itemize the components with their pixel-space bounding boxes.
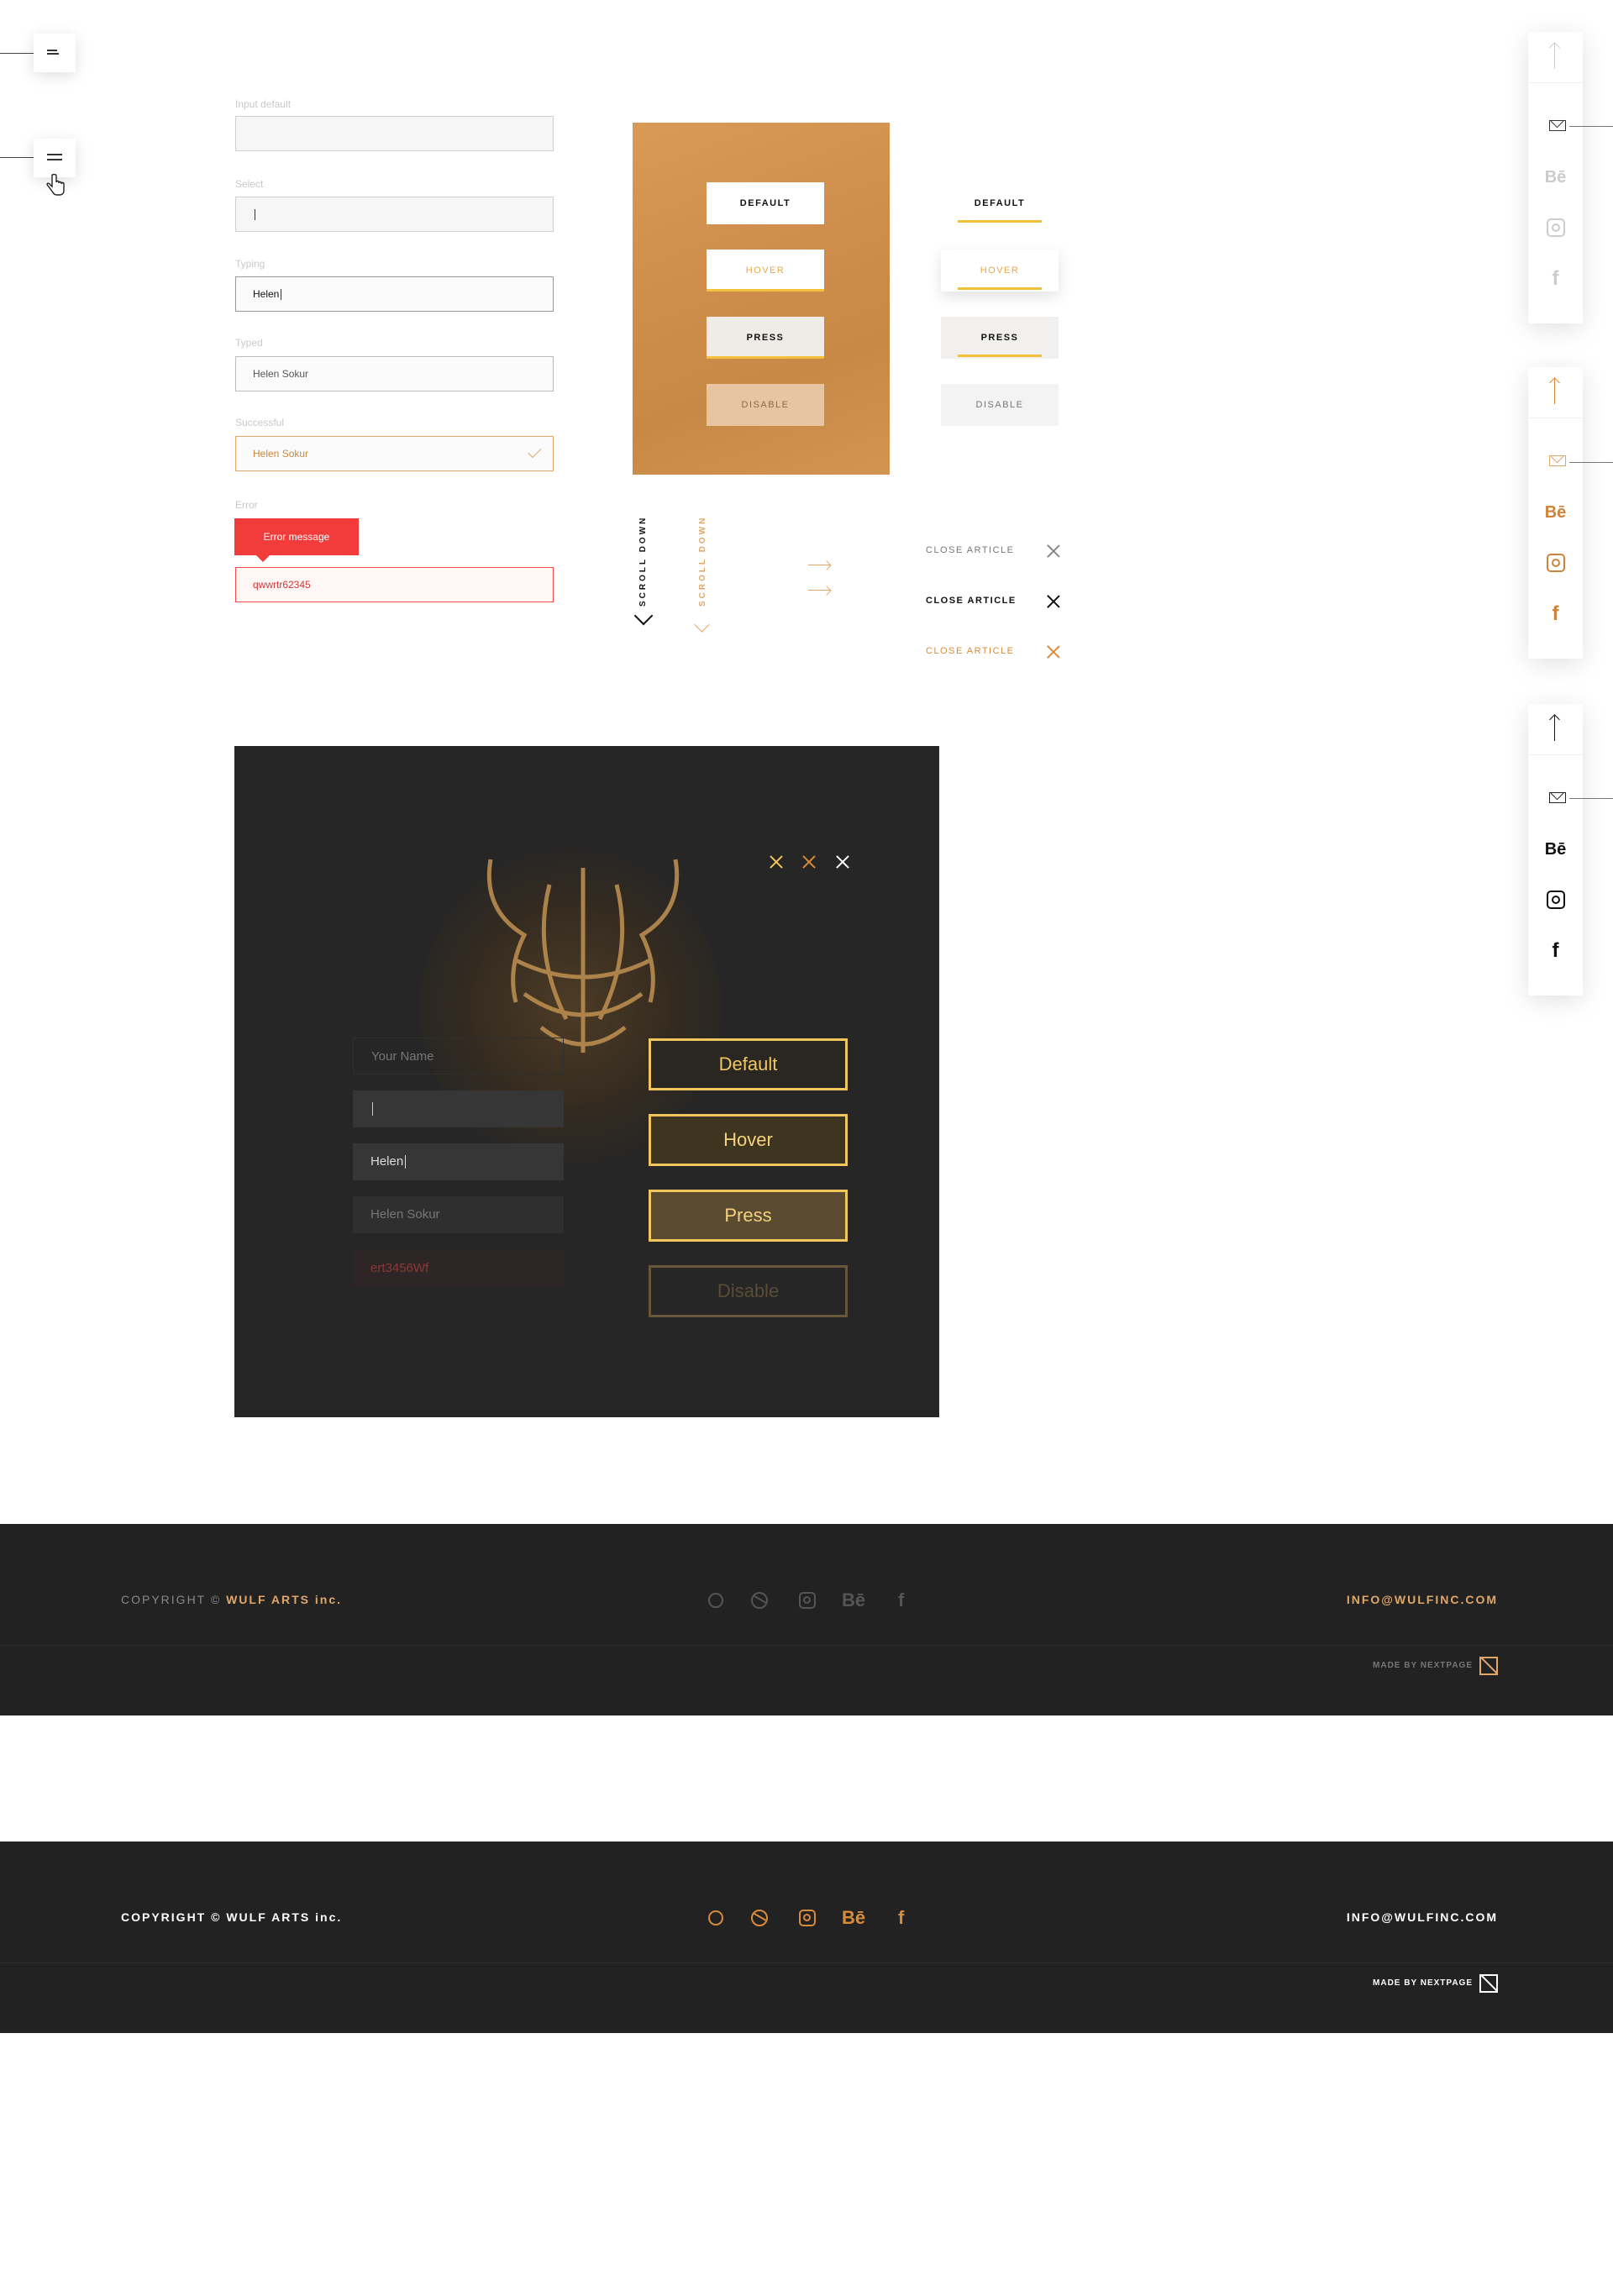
arrow-up-icon[interactable] — [1554, 44, 1555, 69]
kraft-disable-button: DISABLE — [707, 384, 824, 426]
facebook-icon[interactable]: f — [1528, 939, 1583, 963]
facebook-icon[interactable]: f — [898, 1589, 904, 1611]
dark-typed-input[interactable]: Helen Sokur — [353, 1196, 564, 1233]
text-caret — [372, 1102, 373, 1116]
close-article-active[interactable]: CLOSE ARTICLE — [926, 646, 1015, 656]
dark-typing-input[interactable]: Helen — [353, 1143, 564, 1180]
error-label: Error — [235, 499, 258, 511]
dark-hover-button[interactable]: Hover — [649, 1114, 848, 1166]
facebook-icon[interactable]: f — [1528, 602, 1583, 626]
select-label: Select — [235, 178, 264, 190]
share-connector-line — [1569, 462, 1613, 463]
menu-connector-line — [0, 157, 34, 158]
dark-select-input[interactable] — [353, 1090, 564, 1127]
instagram-icon[interactable] — [1547, 891, 1565, 909]
pinterest-icon[interactable] — [708, 1910, 723, 1926]
footer-divider — [0, 1962, 1613, 1963]
kraft-press-button[interactable]: PRESS — [707, 317, 824, 359]
disable-button: DISABLE — [941, 384, 1059, 426]
mail-icon[interactable] — [1549, 120, 1566, 131]
press-button[interactable]: PRESS — [941, 317, 1059, 359]
kraft-hover-button[interactable]: HOVER — [707, 250, 824, 292]
close-icon[interactable] — [1047, 645, 1060, 659]
behance-icon[interactable]: Bē — [1528, 503, 1583, 523]
chevron-down-icon[interactable] — [694, 617, 710, 633]
pinterest-icon[interactable] — [708, 1593, 723, 1608]
close-icon[interactable] — [836, 855, 849, 869]
input-default-label: Input default — [235, 98, 292, 110]
input-default-field[interactable] — [235, 116, 554, 151]
select-field[interactable] — [235, 197, 554, 232]
typed-label: Typed — [235, 337, 263, 349]
mail-icon[interactable] — [1549, 455, 1566, 466]
arrow-right-icon[interactable] — [808, 590, 830, 591]
menu-connector-line — [0, 53, 34, 54]
behance-icon[interactable]: Bē — [1528, 168, 1583, 187]
scroll-down-label[interactable]: SCROLL DOWN — [638, 516, 648, 607]
typing-label: Typing — [235, 258, 265, 270]
share-bar-hover: Bē f — [1528, 367, 1583, 659]
dribbble-icon[interactable] — [751, 1592, 768, 1609]
footer-copyright: COPYRIGHT © WULF ARTS inc. — [121, 1910, 343, 1924]
close-article-default[interactable]: CLOSE ARTICLE — [926, 545, 1015, 555]
facebook-icon[interactable]: f — [898, 1907, 904, 1929]
close-icon[interactable] — [802, 855, 816, 869]
behance-icon[interactable]: Bē — [842, 1907, 865, 1929]
dark-press-button[interactable]: Press — [649, 1190, 848, 1242]
dark-form-panel: Your Name Helen Helen Sokur ert3456Wf De… — [234, 746, 939, 1417]
kraft-default-button[interactable]: DEFAULT — [707, 182, 824, 224]
behance-icon[interactable]: Bē — [842, 1589, 865, 1611]
scroll-down-label-hover[interactable]: SCROLL DOWN — [698, 516, 707, 607]
default-button[interactable]: DEFAULT — [941, 182, 1059, 224]
chevron-down-icon[interactable] — [633, 606, 654, 626]
dark-name-input[interactable]: Your Name — [353, 1038, 564, 1074]
kraft-background-panel: DEFAULT HOVER PRESS DISABLE — [633, 123, 890, 475]
share-connector-line — [1569, 126, 1613, 127]
nextpage-logo-icon[interactable] — [1479, 1974, 1498, 1993]
footer-hover: COPYRIGHT © WULF ARTS inc. Bē f INFO@WUL… — [0, 1842, 1613, 2033]
instagram-icon[interactable] — [1547, 554, 1565, 572]
facebook-icon[interactable]: f — [1528, 267, 1583, 291]
share-connector-line — [1569, 798, 1613, 799]
footer-default: COPYRIGHT © WULF ARTS inc. Bē f INFO@WUL… — [0, 1524, 1613, 1715]
error-tooltip: Error message — [234, 518, 359, 562]
footer-copyright: COPYRIGHT © WULF ARTS inc. — [121, 1593, 342, 1606]
footer-made-by[interactable]: MADE BY NEXTPAGE — [1373, 1661, 1473, 1670]
close-article-hover[interactable]: CLOSE ARTICLE — [926, 596, 1017, 606]
menu-button-collapsed[interactable] — [34, 34, 76, 72]
error-field[interactable]: qwwrtr62345 — [235, 567, 554, 602]
close-icon[interactable] — [770, 855, 783, 869]
arrow-up-icon[interactable] — [1554, 716, 1555, 741]
share-bar-default: Bē f — [1528, 32, 1583, 323]
instagram-icon[interactable] — [799, 1592, 816, 1609]
dark-error-input[interactable]: ert3456Wf — [353, 1250, 564, 1287]
nextpage-logo-icon[interactable] — [1479, 1657, 1498, 1675]
instagram-icon[interactable] — [1547, 218, 1565, 237]
successful-label: Successful — [235, 417, 285, 428]
typing-field[interactable]: Helen — [235, 276, 554, 312]
arrow-up-icon[interactable] — [1554, 379, 1555, 404]
behance-icon[interactable]: Bē — [1528, 840, 1583, 859]
footer-divider — [0, 1645, 1613, 1646]
typed-field[interactable]: Helen Sokur — [235, 356, 554, 391]
dark-disable-button: Disable — [649, 1265, 848, 1317]
share-bar-active: Bē f — [1528, 704, 1583, 996]
footer-email[interactable]: INFO@WULFINC.COM — [1347, 1910, 1498, 1924]
dark-default-button[interactable]: Default — [649, 1038, 848, 1090]
hand-cursor-icon — [46, 174, 65, 196]
text-caret — [405, 1155, 407, 1169]
close-icon[interactable] — [1047, 544, 1060, 558]
check-icon — [528, 444, 542, 459]
footer-email[interactable]: INFO@WULFINC.COM — [1347, 1593, 1498, 1606]
mail-icon[interactable] — [1549, 792, 1566, 803]
dribbble-icon[interactable] — [751, 1910, 768, 1926]
successful-field[interactable]: Helen Sokur — [235, 436, 554, 471]
hover-button[interactable]: HOVER — [941, 250, 1059, 292]
instagram-icon[interactable] — [799, 1910, 816, 1926]
close-icon[interactable] — [1047, 595, 1060, 608]
footer-made-by[interactable]: MADE BY NEXTPAGE — [1373, 1978, 1473, 1988]
menu-button-hover[interactable] — [34, 139, 76, 177]
